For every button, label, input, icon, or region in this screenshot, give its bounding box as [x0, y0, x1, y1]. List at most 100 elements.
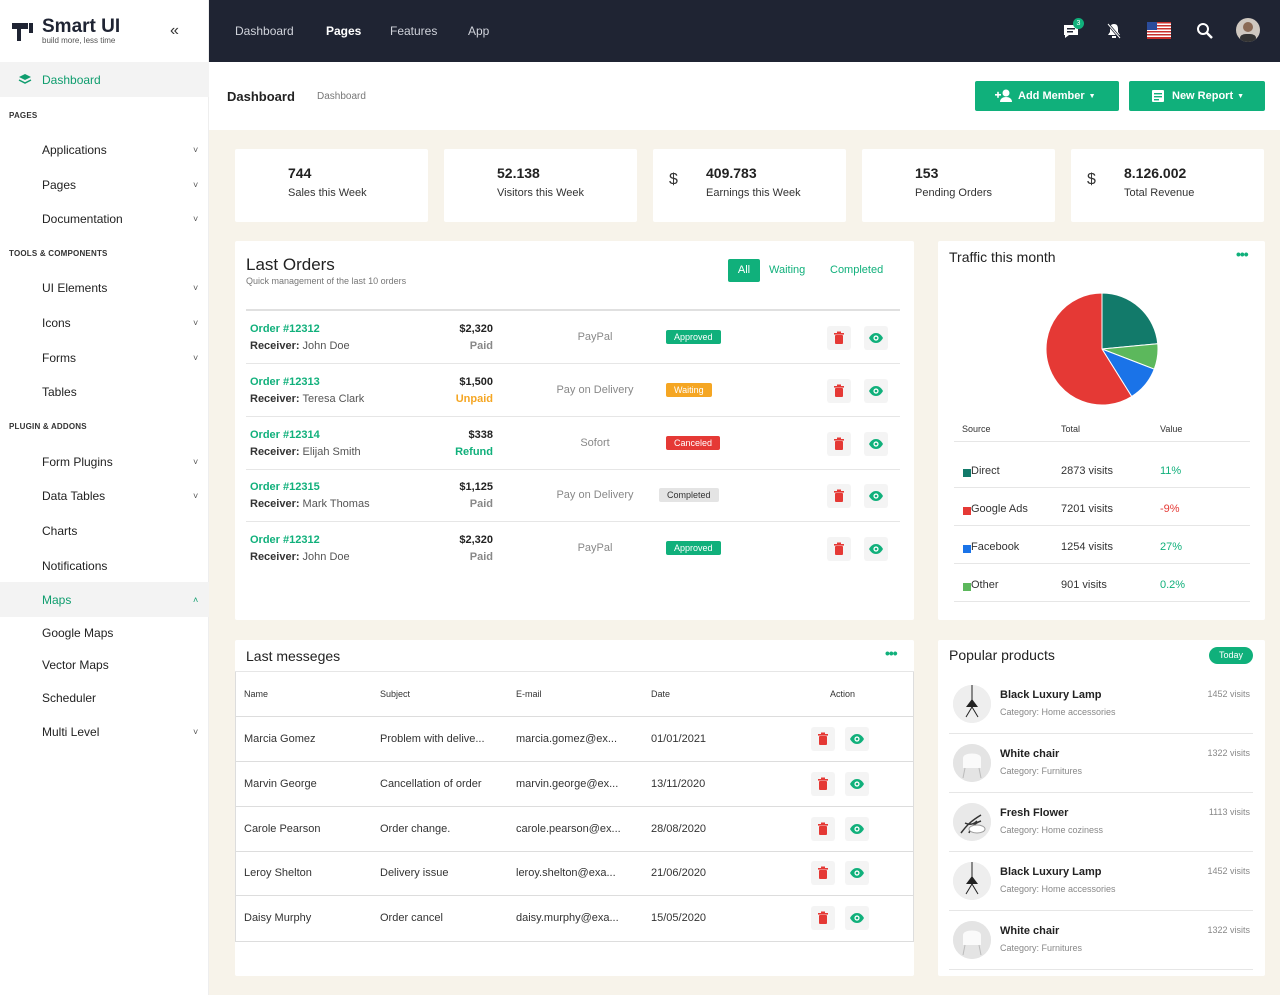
- sidebar-item-multi-level[interactable]: Multi Level ˅: [0, 714, 209, 749]
- sidebar-item-label: Data Tables: [42, 488, 106, 503]
- view-order-button[interactable]: [864, 378, 888, 403]
- notifications-muted-icon[interactable]: [1104, 21, 1124, 41]
- traffic-row-divider: [954, 601, 1250, 602]
- brand[interactable]: Smart UI build more, less time «: [0, 0, 208, 62]
- form-plugin-icon: [18, 455, 32, 469]
- traffic-header-value: Value: [1160, 424, 1183, 434]
- doc-icon: [18, 212, 32, 226]
- delete-message-button[interactable]: [811, 771, 835, 796]
- delete-order-button[interactable]: [827, 537, 851, 562]
- trash-icon: [818, 866, 828, 880]
- delete-order-button[interactable]: [827, 484, 851, 509]
- new-report-button[interactable]: New Report ▼: [1129, 81, 1265, 111]
- sidebar-item-maps[interactable]: Maps ˄: [0, 582, 209, 617]
- sidebar-item-forms[interactable]: Forms ˅: [0, 340, 209, 375]
- trash-icon: [834, 437, 844, 450]
- product-item[interactable]: Black Luxury Lamp Category: Home accessor…: [938, 852, 1265, 911]
- filter-waiting[interactable]: Waiting: [769, 264, 805, 276]
- product-item[interactable]: White chair Category: Furnitures 1322 visi…: [938, 911, 1265, 970]
- delete-message-button[interactable]: [811, 906, 835, 931]
- view-order-button[interactable]: [864, 431, 888, 456]
- view-order-button[interactable]: [864, 537, 888, 562]
- filter-completed[interactable]: Completed: [830, 264, 883, 276]
- sidebar-item-icons[interactable]: Icons ˅: [0, 305, 209, 340]
- delete-order-button[interactable]: [827, 431, 851, 456]
- view-message-button[interactable]: [845, 906, 869, 931]
- cart-icon: [251, 171, 275, 195]
- sidebar-subitem-google-maps[interactable]: Google Maps: [42, 626, 113, 640]
- messages-right-border: [913, 672, 914, 942]
- dollar-icon: $: [669, 171, 693, 195]
- product-item[interactable]: Fresh Flower Category: Home coziness 1113 …: [938, 793, 1265, 852]
- sidebar-item-label: Scheduler: [42, 690, 97, 705]
- delete-order-button[interactable]: [827, 326, 851, 350]
- order-id-link[interactable]: Order #12314: [250, 429, 320, 441]
- view-order-button[interactable]: [864, 326, 888, 350]
- sidebar-subitem-vector-maps[interactable]: Vector Maps: [42, 658, 109, 672]
- order-id-link[interactable]: Order #12313: [250, 376, 320, 388]
- sidebar-item-documentation[interactable]: Documentation ˅: [0, 201, 209, 236]
- sidebar-item-ui-elements[interactable]: UI Elements ˅: [0, 270, 209, 305]
- sidebar-item-pages[interactable]: Pages ˅: [0, 167, 209, 202]
- message-email[interactable]: marvin.george@ex...: [516, 778, 618, 790]
- eye-icon: [869, 491, 883, 502]
- delete-message-button[interactable]: [811, 816, 835, 841]
- sidebar-item-data-tables[interactable]: Data Tables ˅: [0, 478, 209, 513]
- topnav-dashboard[interactable]: Dashboard: [235, 24, 294, 38]
- view-message-button[interactable]: [845, 816, 869, 841]
- search-icon[interactable]: [1195, 21, 1215, 41]
- view-message-button[interactable]: [845, 727, 869, 751]
- avatar[interactable]: [1236, 18, 1260, 42]
- collapse-sidebar-icon[interactable]: «: [170, 22, 179, 40]
- sidebar-item-tables[interactable]: Tables: [0, 374, 209, 409]
- product-name: Black Luxury Lamp: [1000, 689, 1102, 701]
- receiver-label: Receiver:: [250, 551, 300, 564]
- sidebar-item-form-plugins[interactable]: Form Plugins ˅: [0, 444, 209, 479]
- messages-header-email: E-mail: [516, 689, 542, 699]
- brand-name: Smart UI: [42, 15, 121, 37]
- product-item[interactable]: Black Luxury Lamp Category: Home accessor…: [938, 675, 1265, 734]
- topbar: Dashboard Pages Features App 3: [209, 0, 1280, 62]
- messages-icon[interactable]: 3: [1062, 18, 1084, 41]
- view-message-button[interactable]: [845, 771, 869, 796]
- topnav-features[interactable]: Features: [390, 24, 437, 38]
- sidebar-item-scheduler[interactable]: Scheduler: [0, 680, 209, 715]
- more-options-icon[interactable]: •••: [1236, 246, 1249, 262]
- order-id-link[interactable]: Order #12315: [250, 481, 320, 493]
- message-row: Carole Pearson Order change. carole.pearso…: [235, 807, 914, 852]
- traffic-row: Google Ads 7201 visits -9%: [938, 497, 1265, 535]
- message-email[interactable]: leroy.shelton@exa...: [516, 867, 616, 879]
- more-options-icon[interactable]: •••: [885, 645, 898, 661]
- message-email[interactable]: marcia.gomez@ex...: [516, 733, 617, 745]
- message-row: Marcia Gomez Problem with delive... marcia…: [235, 717, 914, 762]
- breadcrumb[interactable]: Dashboard: [317, 91, 366, 102]
- chevron-down-icon: ˅: [193, 213, 199, 224]
- stat-label: Sales this Week: [288, 187, 367, 199]
- message-name: Carole Pearson: [244, 822, 321, 835]
- trending-up-icon: [460, 171, 484, 195]
- delete-message-button[interactable]: [811, 727, 835, 751]
- today-badge[interactable]: Today: [1209, 647, 1253, 664]
- topnav-pages[interactable]: Pages: [326, 24, 361, 38]
- view-order-button[interactable]: [864, 484, 888, 509]
- view-message-button[interactable]: [845, 861, 869, 886]
- messages-count-badge: 3: [1073, 18, 1084, 29]
- sidebar-item-notifications[interactable]: Notifications: [0, 548, 209, 583]
- delete-order-button[interactable]: [827, 378, 851, 403]
- order-id-link[interactable]: Order #12312: [250, 534, 320, 546]
- product-item[interactable]: White chair Category: Furnitures 1322 visi…: [938, 734, 1265, 793]
- order-id-link[interactable]: Order #12312: [250, 323, 320, 335]
- topnav-app[interactable]: App: [468, 24, 489, 38]
- sidebar-item-charts[interactable]: Charts: [0, 513, 209, 548]
- message-email[interactable]: carole.pearson@ex...: [516, 823, 621, 835]
- add-member-button[interactable]: Add Member ▼: [975, 81, 1119, 111]
- sidebar-item-dashboard[interactable]: Dashboard: [0, 62, 209, 97]
- filter-all[interactable]: All: [728, 259, 760, 282]
- us-flag-icon[interactable]: [1147, 22, 1171, 39]
- sidebar-item-applications[interactable]: Applications ˅: [0, 132, 209, 167]
- receiver-label: Receiver:: [250, 392, 300, 405]
- stat-card: 744 Sales this Week: [235, 149, 428, 222]
- chevron-down-icon: ˅: [193, 490, 199, 501]
- delete-message-button[interactable]: [811, 861, 835, 886]
- message-email[interactable]: daisy.murphy@exa...: [516, 912, 619, 924]
